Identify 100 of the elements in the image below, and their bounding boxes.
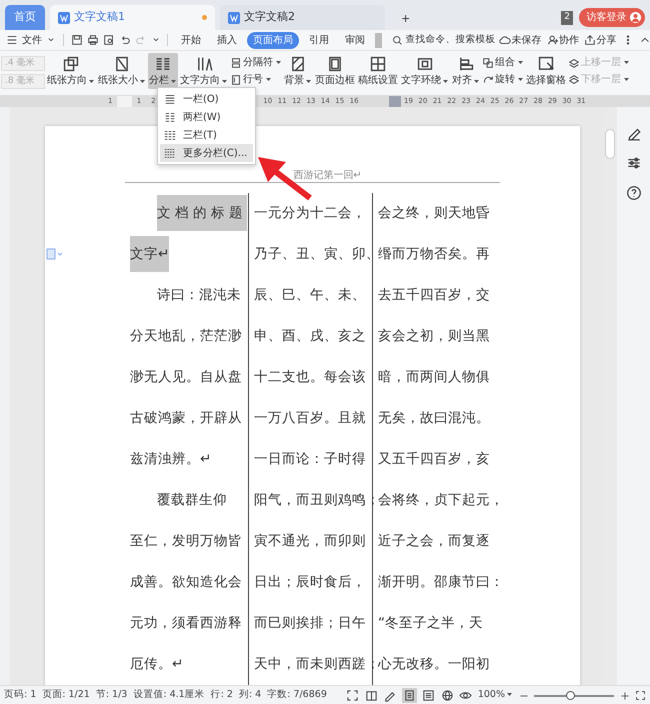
selection-pane-icon: [537, 55, 555, 73]
search-field[interactable]: 查找命令、搜索模板: [392, 32, 496, 48]
toolbar-action[interactable]: 分享: [596, 32, 616, 48]
ribbon-tab[interactable]: 插入: [211, 32, 243, 48]
tab-scroll-button[interactable]: [375, 32, 382, 48]
text-line: 又五千四百岁，亥: [378, 450, 490, 469]
text-line: 元功，须看西游释: [130, 614, 242, 633]
ribbon-tab[interactable]: 页面布局: [247, 32, 299, 48]
group-icon: [482, 56, 494, 69]
text-line: 去五千四百岁，交: [378, 286, 490, 305]
caret-icon: [623, 59, 630, 66]
save-icon: [70, 34, 82, 46]
menu-icon: [6, 34, 18, 46]
text-line: 阳气，而丑则鸡鸣；: [254, 491, 380, 510]
status-text: 列: 4: [238, 688, 262, 702]
caret-icon: [265, 76, 272, 83]
unsaved-dot: [202, 15, 207, 20]
text-line: 日出；辰时食后，: [254, 573, 366, 592]
fit-icon: [635, 690, 646, 701]
text-line: 成善。欲知造化会: [130, 573, 242, 592]
menu-item[interactable]: 两栏(W): [160, 108, 253, 126]
redo-icon: [134, 34, 146, 46]
caret-icon: [275, 59, 282, 66]
cloud-icon: [499, 34, 512, 46]
text-line: 辰、巳、午、未、: [254, 286, 366, 305]
slider-thumb[interactable]: [566, 690, 575, 700]
text-line: 暗，而两间人物俱: [378, 368, 490, 387]
caret-icon: [305, 78, 312, 84]
search-icon: [392, 34, 402, 46]
ribbon-tab[interactable]: 开始: [175, 32, 207, 48]
text-line: 一元分为十二会，: [254, 204, 366, 223]
plus-icon: [620, 690, 630, 700]
page-orientation-icon: [62, 55, 80, 73]
preview-icon: [102, 34, 114, 46]
columns-icon: [154, 55, 172, 73]
status-text: 页码: 1: [4, 688, 36, 702]
text-line: 兹清浊辨。↵: [130, 450, 212, 469]
caret-icon: [139, 78, 146, 84]
printer-icon: [86, 34, 98, 46]
ribbon-button[interactable]: 纸张大小: [97, 53, 147, 89]
new-tab-button[interactable]: +: [401, 10, 410, 28]
send-backward-icon: [568, 74, 580, 86]
indent-marker[interactable]: [117, 96, 132, 107]
text-line: 一万八百岁。且就: [254, 409, 366, 428]
ribbon-button[interactable]: 组合: [482, 56, 524, 70]
caret-icon: [221, 78, 228, 84]
outline-icon: [422, 689, 436, 702]
page-view-icon: [402, 689, 416, 702]
status-text: 行: 2: [210, 688, 233, 702]
ribbon-tab[interactable]: 审阅: [339, 32, 371, 48]
caret-icon: [170, 78, 177, 84]
menu-item[interactable]: 更多分栏(C)...: [160, 144, 253, 162]
toolbar-action[interactable]: 协作: [558, 32, 579, 48]
document-tab[interactable]: 文字文稿2: [220, 5, 385, 30]
ribbon-button[interactable]: 行号: [230, 72, 282, 86]
settings-icon: [626, 155, 642, 171]
text-line: “冬至子之半，天: [378, 614, 484, 633]
fullscreen-icon: [346, 689, 360, 702]
toolbar-action[interactable]: 未保存: [511, 32, 542, 48]
menu-item[interactable]: 一栏(O): [160, 90, 253, 108]
file-menu[interactable]: 文件: [22, 32, 42, 48]
text-line: 缗而万物否矣。再: [378, 245, 490, 264]
three-columns-icon: [164, 129, 176, 141]
ribbon-button[interactable]: 文字环绕: [400, 53, 450, 89]
background-icon: [289, 55, 307, 73]
ribbon-button[interactable]: 背景: [283, 53, 313, 89]
ribbon-button[interactable]: 分隔符: [230, 56, 282, 70]
text-direction-icon: [195, 55, 213, 73]
pen-icon: [383, 689, 396, 702]
text-line: 分天地乱，茫茫渺: [130, 327, 242, 346]
text-line: 亥会之初，则当黑: [378, 327, 490, 346]
caret-icon: [517, 76, 524, 83]
page-border-icon: [326, 55, 344, 73]
window-count[interactable]: 2: [561, 11, 573, 24]
ribbon-button[interactable]: 对齐: [451, 53, 481, 89]
text-line: 寅不通光，而卯则: [254, 532, 366, 551]
zoom-level[interactable]: 100%: [478, 688, 513, 703]
page-size-icon: [113, 55, 131, 73]
ribbon-button[interactable]: 文字方向: [179, 53, 229, 89]
line-number-icon: [230, 74, 242, 86]
ribbon-button[interactable]: 纸张方向: [46, 53, 96, 89]
paragraph-icon[interactable]: [46, 248, 64, 260]
caret-icon: [517, 59, 524, 66]
document-tab[interactable]: 文字文稿1: [50, 5, 215, 30]
status-text: 字数: 7/6869: [267, 688, 327, 702]
menu-item[interactable]: 三栏(T): [160, 126, 253, 144]
scrollbar[interactable]: [603, 107, 617, 685]
ribbon-button[interactable]: 页面边框: [314, 53, 356, 89]
text-line: 古破鸿蒙，开辟从: [130, 409, 242, 428]
ribbon-tab[interactable]: 引用: [303, 32, 335, 48]
ribbon-button[interactable]: 选择窗格: [525, 53, 567, 89]
ribbon-button[interactable]: 稿纸设置: [357, 53, 399, 89]
text-line: 渺无人见。自从盘: [130, 368, 242, 387]
right-indent-marker[interactable]: [389, 96, 402, 107]
one-column-icon: [164, 93, 176, 105]
login-button[interactable]: 访客登录: [578, 8, 644, 28]
document-icon: [58, 12, 70, 24]
text-line: 一日而论：子时得: [254, 450, 366, 469]
ribbon-button[interactable]: 分栏: [148, 53, 178, 89]
ribbon-button[interactable]: 旋转: [482, 72, 524, 86]
